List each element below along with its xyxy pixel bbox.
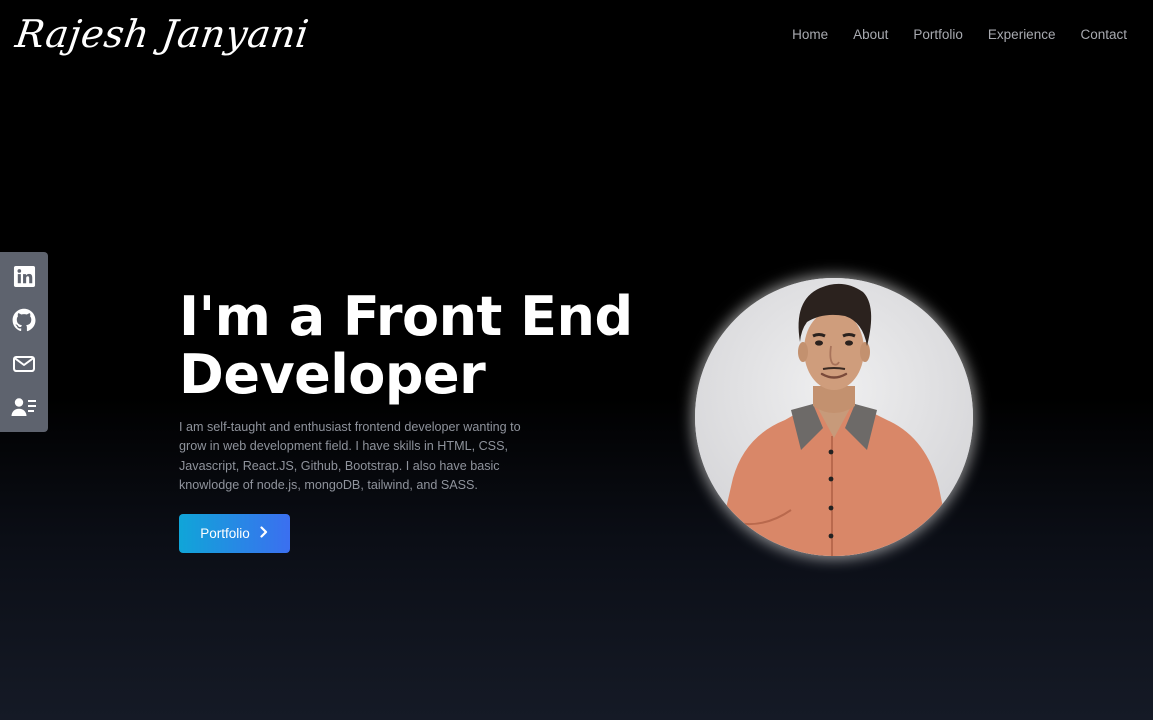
site-logo[interactable]: Rajesh Janyani (12, 4, 313, 64)
nav-experience[interactable]: Experience (988, 24, 1056, 46)
hero-description: I am self-taught and enthusiast frontend… (179, 420, 521, 492)
social-links-panel (0, 252, 48, 432)
profile-photo (695, 278, 973, 556)
chevron-right-icon (259, 526, 269, 541)
headline-line-2: Developer (179, 343, 486, 406)
hero-section: I'm a Front End Developer I am self-taug… (179, 288, 659, 495)
nav-home[interactable]: Home (792, 24, 828, 46)
resume-icon[interactable] (10, 393, 38, 421)
main-nav: Home About Portfolio Experience Contact (792, 24, 1127, 46)
github-icon[interactable] (10, 306, 38, 334)
nav-portfolio[interactable]: Portfolio (913, 24, 963, 46)
portfolio-button-label: Portfolio (200, 526, 250, 541)
nav-contact[interactable]: Contact (1080, 24, 1127, 46)
portfolio-button[interactable]: Portfolio (179, 514, 290, 553)
hero-headline: I'm a Front End Developer (179, 288, 659, 404)
headline-line-1: I'm a Front End (179, 285, 633, 348)
nav-about[interactable]: About (853, 24, 888, 46)
mail-icon[interactable] (10, 350, 38, 378)
linkedin-icon[interactable] (10, 263, 38, 291)
